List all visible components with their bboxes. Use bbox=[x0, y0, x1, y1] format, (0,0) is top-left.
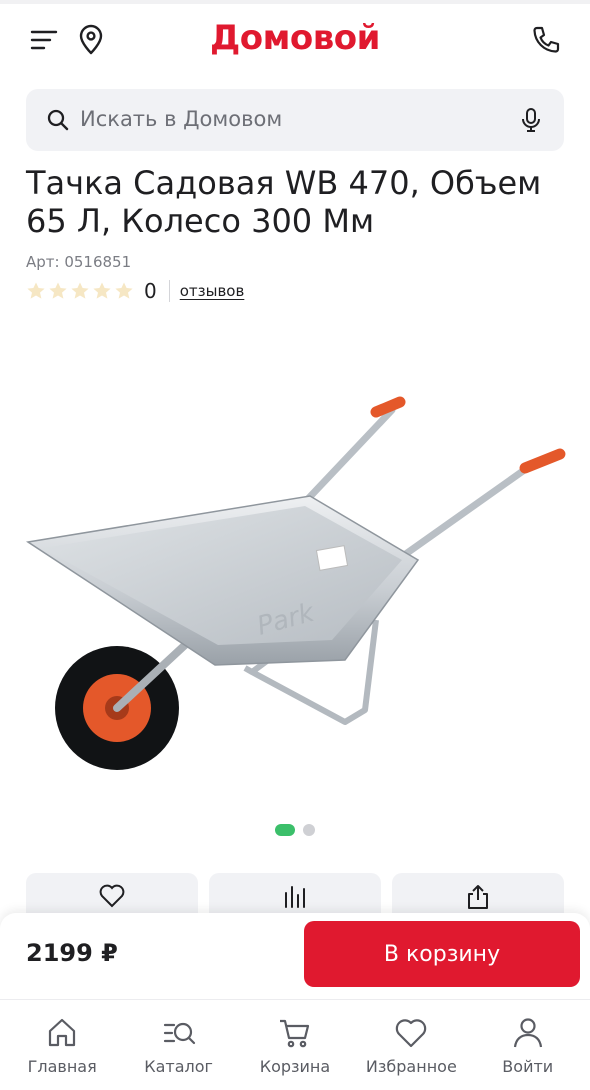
heart-icon bbox=[396, 1019, 427, 1048]
catalog-icon bbox=[163, 1022, 195, 1045]
star-icon bbox=[93, 282, 111, 299]
rating-row: 0 отзывов bbox=[26, 278, 244, 304]
tab-cart[interactable]: Корзина bbox=[239, 1000, 351, 1090]
pagination-dot[interactable] bbox=[303, 824, 315, 836]
tab-catalog[interactable]: Каталог bbox=[123, 1000, 235, 1090]
tab-label: Избранное bbox=[365, 1057, 457, 1076]
tab-favorites[interactable]: Избранное bbox=[355, 1000, 467, 1090]
tab-home[interactable]: Главная bbox=[6, 1000, 118, 1090]
product-sku: Арт: 0516851 bbox=[26, 253, 132, 271]
phone-icon[interactable] bbox=[528, 22, 564, 58]
star-icon bbox=[27, 282, 45, 299]
star-icon bbox=[71, 282, 89, 299]
bottom-tab-bar: Главная Каталог Корзина Избранное Войти bbox=[0, 999, 590, 1090]
tab-label: Войти bbox=[502, 1057, 554, 1076]
search-icon bbox=[46, 108, 70, 136]
wheelbarrow-illustration: Park bbox=[25, 396, 566, 770]
microphone-icon[interactable] bbox=[520, 106, 542, 138]
rating-stars bbox=[26, 281, 134, 301]
pagination-dot-active[interactable] bbox=[275, 824, 295, 836]
search-bar[interactable]: Искать в Домовом bbox=[26, 89, 564, 151]
cart-icon bbox=[279, 1019, 310, 1048]
add-to-cart-button[interactable]: В корзину bbox=[304, 921, 580, 987]
rating-count: 0 bbox=[144, 279, 157, 303]
search-input[interactable]: Искать в Домовом bbox=[80, 107, 282, 131]
product-image[interactable]: Park bbox=[20, 390, 575, 790]
star-icon bbox=[49, 282, 67, 299]
app-header: Домовой bbox=[0, 4, 590, 76]
reviews-link[interactable]: отзывов bbox=[180, 282, 245, 300]
product-price: 2199 ₽ bbox=[26, 939, 118, 967]
star-icon bbox=[115, 282, 133, 299]
tab-label: Главная bbox=[27, 1057, 97, 1076]
rating-divider bbox=[168, 280, 170, 302]
tab-login[interactable]: Войти bbox=[472, 1000, 584, 1090]
user-icon bbox=[513, 1018, 542, 1048]
image-pagination bbox=[0, 824, 590, 836]
brand-logo[interactable]: Домовой bbox=[0, 18, 590, 58]
tab-label: Корзина bbox=[259, 1057, 331, 1076]
buy-bar: 2199 ₽ В корзину bbox=[0, 913, 590, 999]
tab-label: Каталог bbox=[144, 1057, 213, 1076]
product-title: Тачка Садовая WB 470, Объем 65 Л, Колесо… bbox=[26, 164, 542, 240]
home-icon bbox=[49, 1018, 76, 1047]
